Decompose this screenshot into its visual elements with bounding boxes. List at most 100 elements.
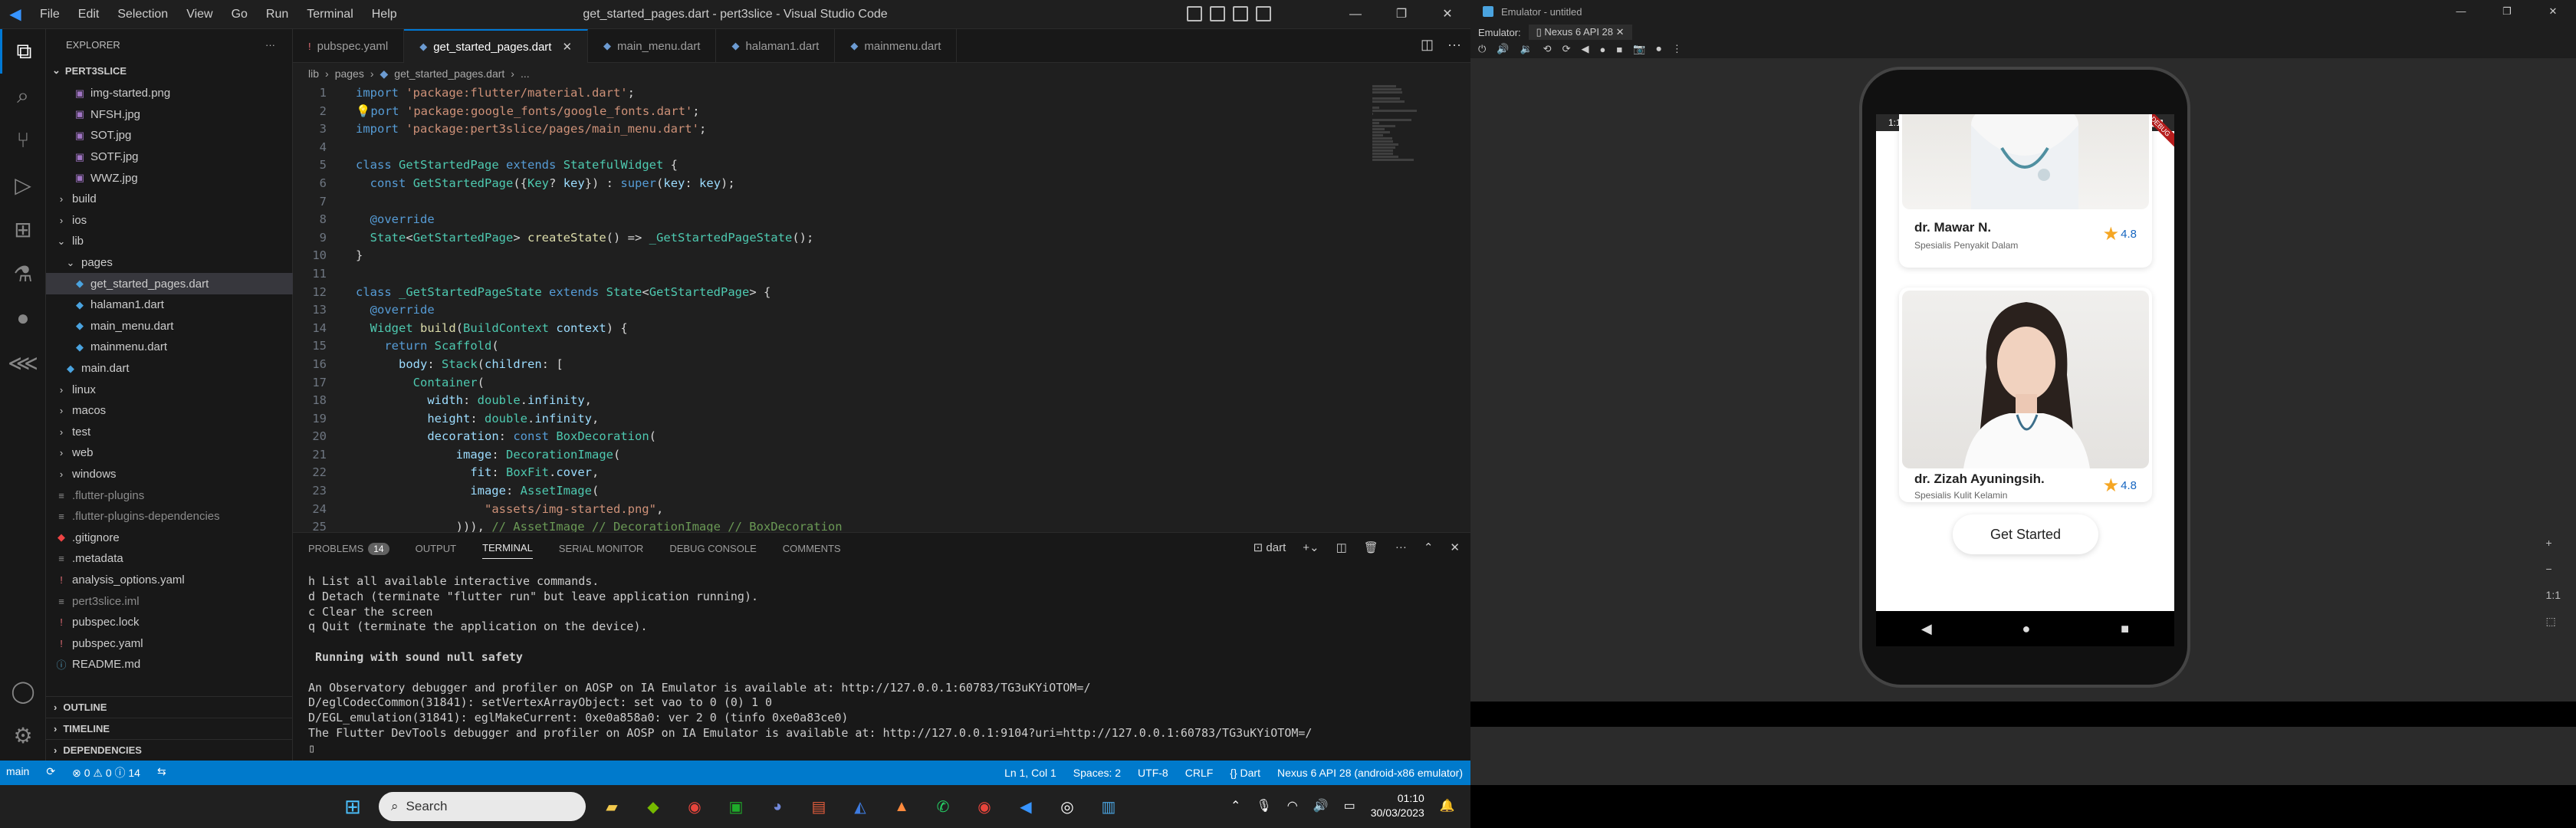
- outline-section[interactable]: › OUTLINE: [46, 696, 293, 718]
- split-editor-icon[interactable]: ◫: [1421, 37, 1434, 53]
- tree-file[interactable]: ≡ .flutter-plugins-dependencies: [46, 506, 293, 527]
- panel-tab[interactable]: DEBUG CONSOLE: [669, 543, 756, 554]
- volume-down-icon[interactable]: 🔉: [1520, 43, 1532, 55]
- panel-tab[interactable]: OUTPUT: [416, 543, 456, 554]
- tree-file[interactable]: ▣ SOT.jpg: [46, 125, 293, 146]
- volume-up-icon[interactable]: 🔊: [1497, 43, 1509, 55]
- source-control-icon[interactable]: ⑂: [0, 118, 46, 163]
- microphone-icon[interactable]: 🎙: [1256, 798, 1271, 813]
- power-icon[interactable]: ⏻: [1478, 43, 1486, 55]
- panel-tab[interactable]: COMMENTS: [783, 543, 841, 554]
- breadcrumb-pages[interactable]: pages: [335, 67, 364, 80]
- tree-folder[interactable]: › macos: [46, 400, 293, 422]
- tree-file[interactable]: ! pubspec.yaml: [46, 632, 293, 654]
- project-folder[interactable]: ⌄ PERT3SLICE: [46, 60, 292, 81]
- android-back-icon[interactable]: ◀: [1921, 621, 1932, 637]
- get-started-button[interactable]: Get Started: [1953, 514, 2098, 554]
- panel-more-icon[interactable]: ···: [1395, 540, 1407, 554]
- tree-folder[interactable]: › build: [46, 189, 293, 210]
- extensions-icon[interactable]: ⊞: [0, 207, 46, 251]
- terminal-output[interactable]: h List all available interactive command…: [308, 574, 1312, 757]
- toggle-sidebar-icon[interactable]: [1187, 6, 1202, 21]
- account-icon[interactable]: ◯: [0, 669, 46, 713]
- customize-layout-icon[interactable]: [1256, 6, 1271, 21]
- menu-terminal[interactable]: Terminal: [297, 8, 362, 21]
- menu-go[interactable]: Go: [222, 8, 257, 21]
- menu-edit[interactable]: Edit: [69, 8, 109, 21]
- status-item[interactable]: Nexus 6 API 28 (android-x86 emulator): [1277, 767, 1463, 779]
- doctor-card-1[interactable]: dr. Mawar N. Spesialis Penyakit Dalam ★ 4…: [1899, 114, 2152, 268]
- close-tab-icon[interactable]: ✕: [562, 40, 572, 54]
- wifi-icon[interactable]: ◠: [1287, 798, 1298, 813]
- panel-tab[interactable]: PROBLEMS 14: [308, 542, 389, 555]
- app-icon[interactable]: ▣: [721, 791, 751, 822]
- editor-tab[interactable]: ◆ main_menu.dart: [588, 29, 717, 63]
- testing-icon[interactable]: ⚗: [0, 251, 46, 296]
- minimap[interactable]: [1372, 84, 1449, 276]
- panel-tab[interactable]: TERMINAL: [482, 542, 533, 559]
- chrome2-icon[interactable]: ◉: [969, 791, 1000, 822]
- timeline-section[interactable]: › TIMELINE: [46, 718, 293, 739]
- tree-file[interactable]: ▣ img-started.png: [46, 83, 293, 104]
- vscode-taskbar-icon[interactable]: ◀: [1010, 791, 1041, 822]
- tree-file[interactable]: ≡ .metadata: [46, 548, 293, 570]
- status-item[interactable]: CRLF: [1185, 767, 1214, 779]
- kill-terminal-icon[interactable]: 🗑: [1364, 540, 1378, 554]
- clock[interactable]: 01:10 30/03/2023: [1371, 791, 1424, 820]
- menu-view[interactable]: View: [177, 8, 222, 21]
- tree-file[interactable]: ≡ pert3slice.iml: [46, 590, 293, 612]
- nvidia-icon[interactable]: ◆: [638, 791, 669, 822]
- more-icon[interactable]: ⋮: [1672, 43, 1682, 55]
- menu-run[interactable]: Run: [257, 8, 297, 21]
- menu-help[interactable]: Help: [363, 8, 406, 21]
- tree-folder[interactable]: › web: [46, 442, 293, 464]
- more-actions-icon[interactable]: ···: [265, 39, 275, 51]
- emu-close-button[interactable]: ✕: [2530, 0, 2576, 23]
- flutter-icon[interactable]: ⋘: [0, 340, 46, 385]
- tree-file[interactable]: ◆ get_started_pages.dart: [46, 273, 293, 294]
- status-item[interactable]: Spaces: 2: [1073, 767, 1121, 779]
- tree-file[interactable]: ◆ halaman1.dart: [46, 294, 293, 316]
- split-terminal-icon[interactable]: ◫: [1336, 540, 1347, 554]
- battery-icon[interactable]: ▭: [1344, 798, 1355, 813]
- terminal-profile[interactable]: ⊡ dart: [1254, 540, 1286, 554]
- zoom-in-icon[interactable]: +: [2546, 537, 2561, 549]
- tree-file[interactable]: ◆ mainmenu.dart: [46, 337, 293, 358]
- file-explorer-icon[interactable]: ▰: [596, 791, 627, 822]
- panel-tab[interactable]: SERIAL MONITOR: [559, 543, 644, 554]
- breadcrumb-file[interactable]: get_started_pages.dart: [394, 67, 504, 80]
- tree-folder[interactable]: › linux: [46, 379, 293, 400]
- status-item[interactable]: ⇆: [157, 765, 166, 780]
- editor-tab[interactable]: ◆ mainmenu.dart: [835, 29, 958, 63]
- status-item[interactable]: Ln 1, Col 1: [1004, 767, 1056, 779]
- android-recents-icon[interactable]: ■: [2121, 621, 2129, 637]
- app3-icon[interactable]: ◎: [1052, 791, 1083, 822]
- tree-file[interactable]: ▣ NFSH.jpg: [46, 104, 293, 126]
- tree-folder[interactable]: › windows: [46, 464, 293, 485]
- doctor-card-2[interactable]: dr. Zizah Ayuningsih. Spesialis Kulit Ke…: [1899, 288, 2152, 502]
- new-terminal-icon[interactable]: +⌄: [1303, 540, 1319, 554]
- discord-icon[interactable]: ◕: [762, 791, 793, 822]
- tree-file[interactable]: ◆ .gitignore: [46, 527, 293, 548]
- dependencies-section[interactable]: › DEPENDENCIES: [46, 739, 293, 761]
- editor-tab[interactable]: ◆ halaman1.dart: [716, 29, 836, 63]
- toggle-panel-icon[interactable]: [1210, 6, 1225, 21]
- emulator-device-tab[interactable]: ▯ Nexus 6 API 28 ✕: [1528, 25, 1632, 40]
- home-icon[interactable]: ●: [1599, 44, 1605, 55]
- phone-screen[interactable]: 1:10⚙ ▶ ▣▼ ◢ ▮ DEBUG dr. Mawar N. Spesia…: [1876, 114, 2174, 611]
- back-icon[interactable]: ◀: [1581, 43, 1589, 55]
- tree-file[interactable]: ! pubspec.lock: [46, 612, 293, 633]
- status-item[interactable]: {} Dart: [1230, 767, 1260, 779]
- close-button[interactable]: ✕: [1424, 0, 1470, 29]
- tree-file[interactable]: ◆ main.dart: [46, 358, 293, 380]
- media-app-icon[interactable]: ▤: [803, 791, 834, 822]
- close-panel-icon[interactable]: ✕: [1450, 540, 1460, 554]
- breadcrumb-lib[interactable]: lib: [308, 67, 319, 80]
- toggle-secondary-sidebar-icon[interactable]: [1233, 6, 1248, 21]
- tree-file[interactable]: ▣ SOTF.jpg: [46, 146, 293, 168]
- tree-file[interactable]: ◆ main_menu.dart: [46, 316, 293, 337]
- menu-selection[interactable]: Selection: [108, 8, 177, 21]
- tree-folder[interactable]: › test: [46, 422, 293, 443]
- android-studio-icon[interactable]: ◭: [845, 791, 876, 822]
- code-editor[interactable]: 1 import 'package:flutter/material.dart';…: [293, 84, 1366, 532]
